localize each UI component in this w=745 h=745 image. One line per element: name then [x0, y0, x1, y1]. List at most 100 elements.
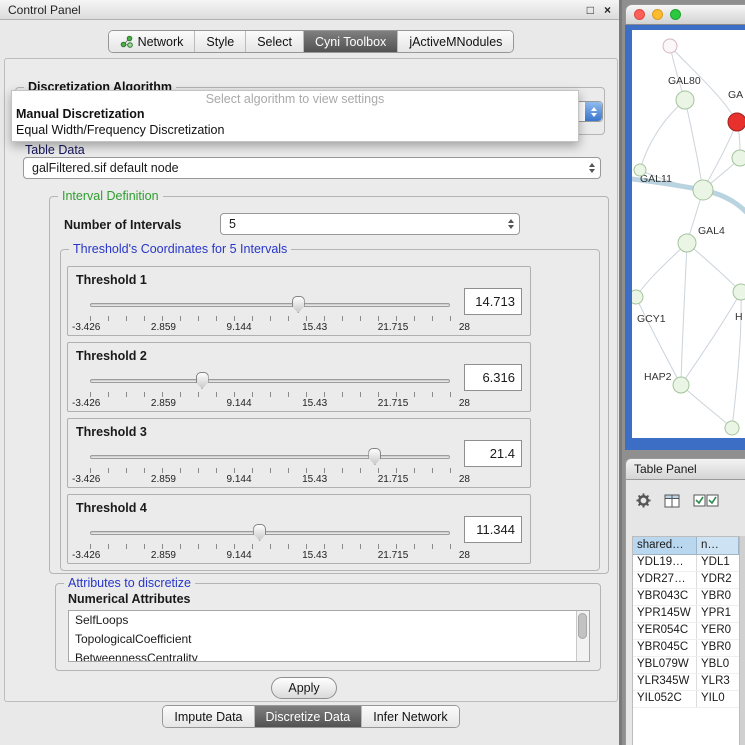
tab-select[interactable]: Select [245, 31, 303, 52]
stepper-up-down-icon[interactable] [584, 158, 600, 178]
algorithm-option[interactable]: Equal Width/Frequency Discretization [12, 122, 578, 138]
table-row[interactable]: YBL079WYBL0 [633, 657, 739, 674]
network-node-label: GCY1 [637, 313, 666, 325]
table-row[interactable]: YDR27…YDR2 [633, 572, 739, 589]
tab-label: Impute Data [174, 710, 242, 724]
attribute-list-item[interactable]: BetweennessCentrality [69, 649, 589, 662]
algorithm-option[interactable]: Manual Discretization [12, 106, 578, 122]
bottom-tab-bar: Impute Data Discretize Data Infer Network [0, 705, 622, 728]
tab-cyni-toolbox[interactable]: Cyni Toolbox [303, 31, 397, 52]
slider-scale: -3.4262.8599.14415.4321.71528 [72, 550, 470, 561]
table-row[interactable]: YDL19…YDL1 [633, 555, 739, 572]
threshold-slider[interactable] [90, 372, 450, 390]
tab-jactivemnodules[interactable]: jActiveMNodules [397, 31, 513, 52]
algorithm-dropdown-options: Manual DiscretizationEqual Width/Frequen… [12, 106, 578, 138]
close-traffic-icon[interactable] [634, 9, 645, 20]
stepper-up-down-icon[interactable] [585, 102, 602, 121]
network-node[interactable] [728, 113, 745, 131]
numerical-attributes-list[interactable]: SelfLoopsTopologicalCoefficientBetweenne… [68, 610, 590, 662]
table-panel-titlebar[interactable]: Table Panel [625, 458, 745, 480]
slider-thumb[interactable] [253, 524, 266, 541]
attributes-scrollbar[interactable] [576, 611, 589, 661]
table-row[interactable]: YBR045CYBR0 [633, 640, 739, 657]
network-node[interactable] [693, 180, 713, 200]
slider-thumb[interactable] [196, 372, 209, 389]
network-node[interactable] [663, 39, 677, 53]
zoom-traffic-icon[interactable] [670, 9, 681, 20]
threshold-label: Threshold 1 [76, 273, 147, 287]
network-node[interactable] [676, 91, 694, 109]
network-canvas[interactable]: GAL80GAGAL11GAL4GCY1HHAP2 [632, 30, 745, 438]
network-window-titlebar[interactable] [625, 4, 745, 25]
table-cell: YER0 [697, 623, 739, 639]
network-node[interactable] [732, 150, 745, 166]
threshold-value[interactable]: 14.713 [464, 288, 522, 315]
tab-impute-data[interactable]: Impute Data [163, 706, 253, 727]
scrollbar-thumb[interactable] [578, 613, 587, 639]
table-data-combobox[interactable]: galFiltered.sif default node [23, 157, 601, 179]
slider-scale: -3.4262.8599.14415.4321.71528 [72, 474, 470, 485]
tab-discretize-data[interactable]: Discretize Data [254, 706, 362, 727]
columns-icon[interactable] [664, 494, 680, 511]
table-panel-window: shared… n… YDL19…YDL1YDR27…YDR2YBR043CYB… [625, 480, 745, 745]
slider-ticks [90, 392, 451, 397]
network-node[interactable] [632, 290, 643, 304]
number-of-intervals-combobox[interactable]: 5 [220, 213, 520, 235]
table-cell: YIL0 [697, 691, 739, 707]
table-cell: YIL052C [633, 691, 697, 707]
network-node[interactable] [733, 284, 745, 300]
attribute-list-item[interactable]: SelfLoops [69, 611, 589, 630]
restore-icon[interactable]: □ [587, 0, 594, 20]
slider-scale: -3.4262.8599.14415.4321.71528 [72, 398, 470, 409]
stepper-up-down-icon[interactable] [503, 214, 519, 234]
table-scrollbar[interactable] [740, 536, 745, 745]
table-column-header[interactable]: shared… [633, 537, 697, 555]
slider-track[interactable] [90, 379, 450, 383]
tab-style[interactable]: Style [194, 31, 245, 52]
table-cell: YBR0 [697, 589, 739, 605]
tab-infer-network[interactable]: Infer Network [361, 706, 458, 727]
table-column-header[interactable]: n… [697, 537, 739, 555]
slider-track[interactable] [90, 531, 450, 535]
network-node[interactable] [634, 164, 646, 176]
scale-tick-label: -3.426 [72, 474, 100, 485]
table-row[interactable]: YBR043CYBR0 [633, 589, 739, 606]
threshold-value[interactable]: 21.4 [464, 440, 522, 467]
table-row[interactable]: YPR145WYPR1 [633, 606, 739, 623]
table-cell: YPR1 [697, 606, 739, 622]
node-attribute-table[interactable]: shared… n… YDL19…YDL1YDR27…YDR2YBR043CYB… [632, 536, 740, 745]
apply-button[interactable]: Apply [271, 677, 337, 699]
network-node[interactable] [678, 234, 696, 252]
scale-tick-label: -3.426 [72, 322, 100, 333]
tab-label: Cyni Toolbox [315, 35, 386, 49]
table-row[interactable]: YIL052CYIL0 [633, 691, 739, 708]
table-panel-title: Table Panel [634, 462, 697, 476]
slider-thumb[interactable] [292, 296, 305, 313]
network-canvas-container[interactable]: GAL80GAGAL11GAL4GCY1HHAP2 [632, 30, 745, 438]
tab-network[interactable]: Network [109, 31, 195, 52]
threshold-value[interactable]: 6.316 [464, 364, 522, 391]
control-panel-titlebar[interactable]: Control Panel □ × [0, 0, 619, 20]
slider-track[interactable] [90, 455, 450, 459]
slider-track[interactable] [90, 303, 450, 307]
minimize-traffic-icon[interactable] [652, 9, 663, 20]
scale-tick-label: -3.426 [72, 398, 100, 409]
tab-label: Infer Network [373, 710, 447, 724]
threshold-value[interactable]: 11.344 [464, 516, 522, 543]
table-row[interactable]: YLR345WYLR3 [633, 674, 739, 691]
table-cell: YBR043C [633, 589, 697, 605]
table-row[interactable]: YER054CYER0 [633, 623, 739, 640]
threshold-label: Threshold 2 [76, 349, 147, 363]
attribute-list-item[interactable]: TopologicalCoefficient [69, 630, 589, 649]
network-node[interactable] [725, 421, 739, 435]
slider-thumb[interactable] [368, 448, 381, 465]
scale-tick-label: 15.43 [302, 398, 327, 409]
checkbox-pair-icon[interactable] [693, 494, 719, 510]
threshold-slider[interactable] [90, 524, 450, 542]
threshold-slider[interactable] [90, 296, 450, 314]
close-icon[interactable]: × [604, 0, 611, 20]
threshold-slider[interactable] [90, 448, 450, 466]
network-node[interactable] [673, 377, 689, 393]
attributes-legend: Attributes to discretize [64, 576, 195, 590]
gear-icon[interactable] [636, 493, 651, 511]
